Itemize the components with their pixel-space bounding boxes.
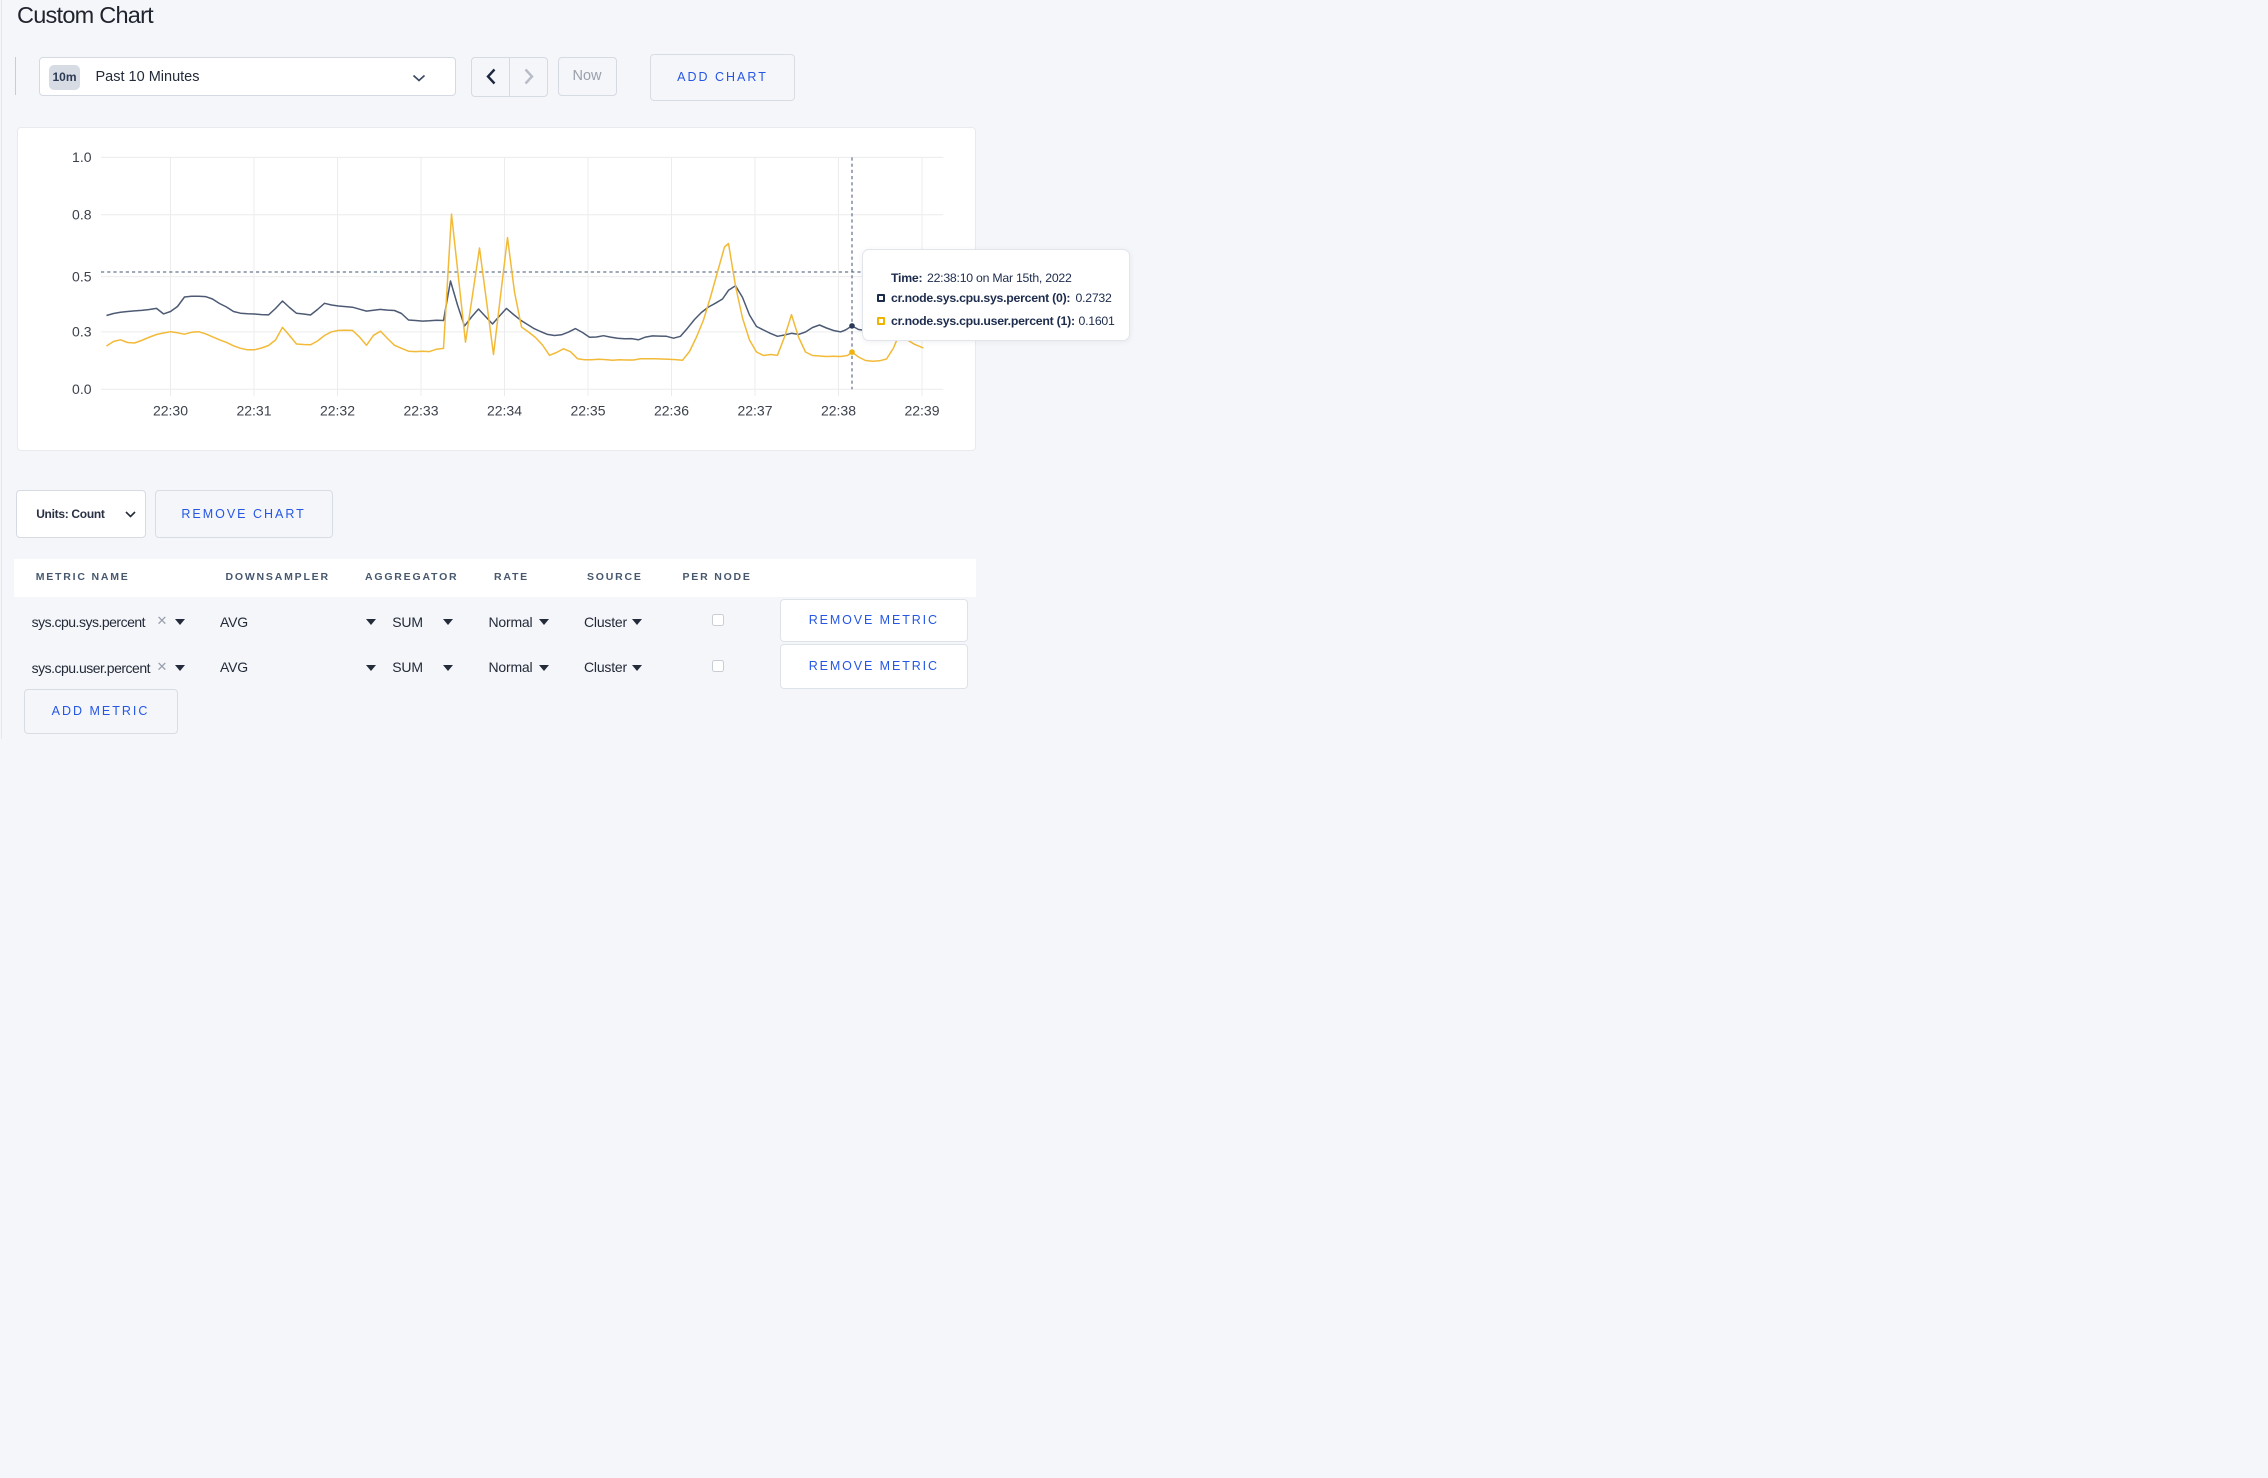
svg-text:22:35: 22:35 (570, 403, 605, 419)
svg-text:0.8: 0.8 (72, 207, 92, 223)
svg-text:22:34: 22:34 (486, 403, 521, 419)
svg-text:22:38: 22:38 (820, 403, 855, 419)
svg-text:1.0: 1.0 (72, 149, 92, 165)
svg-text:0.0: 0.0 (72, 381, 92, 397)
svg-text:22:33: 22:33 (403, 403, 438, 419)
svg-text:22:37: 22:37 (737, 403, 772, 419)
svg-text:0.5: 0.5 (72, 268, 92, 284)
svg-text:22:30: 22:30 (152, 403, 187, 419)
svg-text:22:32: 22:32 (319, 403, 354, 419)
svg-text:22:31: 22:31 (236, 403, 271, 419)
svg-text:22:36: 22:36 (653, 403, 688, 419)
svg-text:0.3: 0.3 (72, 324, 92, 340)
svg-text:22:39: 22:39 (904, 403, 939, 419)
